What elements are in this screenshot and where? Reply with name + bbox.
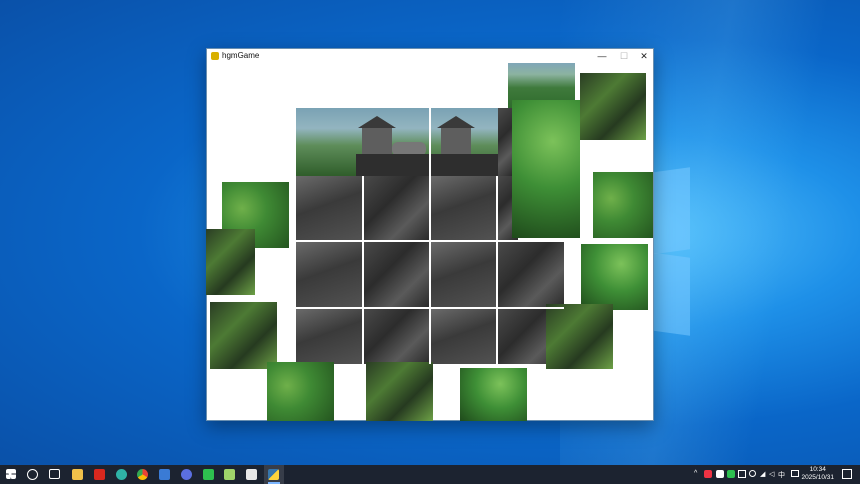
puzzle-piece-rock-r3c1[interactable]	[296, 242, 362, 307]
notepad-icon[interactable]	[224, 469, 235, 480]
settings-icon[interactable]	[246, 469, 257, 480]
window-title: hgmGame	[222, 51, 260, 60]
puzzle-piece-rock-r3c3[interactable]	[431, 242, 497, 307]
puzzle-piece-temple-right[interactable]	[431, 108, 498, 176]
puzzle-piece-edge[interactable]	[498, 108, 512, 176]
tray-wechat-icon[interactable]	[727, 470, 735, 478]
maximize-button[interactable]: ☐	[614, 49, 634, 64]
task-view-icon[interactable]	[49, 469, 60, 479]
edge-icon[interactable]	[116, 469, 127, 480]
python-icon[interactable]	[268, 469, 279, 480]
grid-separator	[362, 176, 364, 364]
tray-keyboard-icon[interactable]	[791, 470, 799, 477]
ime-indicator[interactable]: 中	[778, 470, 785, 480]
title-bar[interactable]: hgmGame — ☐ ✕	[207, 49, 653, 64]
puzzle-piece-rock-r2c2[interactable]	[363, 176, 429, 240]
puzzle-piece-rock-r2c3[interactable]	[431, 176, 497, 240]
tray-volume-icon[interactable]: ◁	[769, 470, 774, 478]
puzzle-piece-loose-moss-left2[interactable]	[210, 302, 277, 369]
wechat-icon[interactable]	[203, 469, 214, 480]
close-button[interactable]: ✕	[634, 49, 654, 64]
grid-separator	[296, 240, 564, 242]
grid-separator	[296, 307, 564, 309]
clock-time: 10:34	[809, 466, 826, 473]
puzzle-piece-loose-right[interactable]	[593, 172, 653, 238]
puzzle-piece-loose-green-bottom[interactable]	[267, 362, 334, 421]
tray-network-icon[interactable]	[749, 470, 756, 477]
chrome-icon[interactable]	[137, 469, 148, 480]
tray-app-icon-2[interactable]	[716, 470, 724, 478]
search-icon[interactable]	[27, 469, 38, 480]
puzzle-piece-rock-r4c1[interactable]	[296, 309, 362, 364]
puzzle-piece-loose-moss-right[interactable]	[546, 304, 613, 369]
temple-illustration	[356, 116, 430, 176]
temple-illustration-2	[431, 116, 498, 176]
taskbar: ^ ◢ ◁ 中 10:34 2025/10/31	[0, 465, 860, 484]
desktop-logo-lower	[650, 252, 690, 336]
grid-separator	[429, 108, 431, 364]
clock[interactable]: 10:34 2025/10/31	[801, 466, 834, 482]
puzzle-piece-temple-left[interactable]	[296, 108, 430, 176]
puzzle-piece-loose-green-bottom2[interactable]	[460, 368, 527, 421]
puzzle-piece-loose-topright[interactable]	[580, 73, 646, 140]
browser-icon[interactable]	[159, 469, 170, 480]
minimize-button[interactable]: —	[592, 49, 612, 64]
tray-battery-icon[interactable]	[738, 470, 746, 478]
desktop-logo-upper	[650, 167, 690, 255]
puzzle-piece-loose-right2[interactable]	[581, 244, 648, 310]
puzzle-piece-rock-r3c4[interactable]	[498, 242, 564, 307]
puzzle-piece-cliff-right[interactable]	[512, 100, 580, 238]
file-explorer-icon[interactable]	[72, 469, 83, 480]
network-app-icon[interactable]	[181, 469, 192, 480]
puzzle-piece-loose-moss-bottom[interactable]	[366, 362, 433, 421]
puzzle-piece-rock-r4c3[interactable]	[431, 309, 497, 364]
app-icon	[211, 52, 219, 60]
tray-app-icon[interactable]	[704, 470, 712, 478]
puzzle-piece-rock-r3c2[interactable]	[363, 242, 429, 307]
puzzle-piece-rock-r2c1[interactable]	[296, 176, 362, 240]
grid-separator	[496, 176, 498, 364]
puzzle-piece-loose-moss-left[interactable]	[206, 229, 255, 295]
wps-icon[interactable]	[94, 469, 105, 480]
tray-chevron-icon[interactable]: ^	[694, 470, 697, 477]
clock-date: 2025/10/31	[801, 474, 834, 481]
tray-wifi-icon[interactable]: ◢	[760, 470, 765, 478]
puzzle-piece-rock-r4c2[interactable]	[363, 309, 429, 364]
notification-icon[interactable]	[842, 469, 852, 479]
start-icon[interactable]	[6, 469, 16, 479]
